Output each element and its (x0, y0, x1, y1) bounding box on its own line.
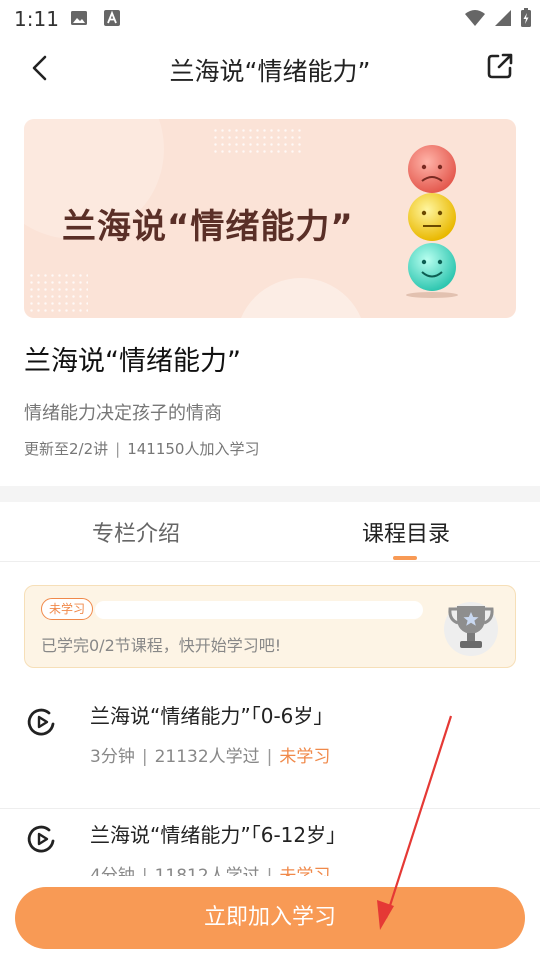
signal-icon (495, 10, 511, 26)
progress-bar (95, 601, 423, 619)
progress-status-badge: 未学习 (41, 598, 94, 620)
top-nav-bar: 兰海说“情绪能力” (0, 36, 540, 100)
meta-separator: | (266, 747, 273, 767)
tab-catalog[interactable]: 课程目录 (362, 516, 450, 548)
active-tab-indicator (393, 556, 417, 560)
course-subtitle: 情绪能力决定孩子的情商 (24, 403, 222, 424)
lesson-learners: 21132人学过 (154, 747, 260, 767)
course-title: 兰海说“情绪能力” (24, 346, 241, 377)
lesson-title: 兰海说“情绪能力”「6-12岁」 (90, 823, 347, 847)
lesson-item[interactable]: 兰海说“情绪能力”「0-6岁」 3分钟 | 21132人学过 | 未学习 (0, 690, 540, 808)
lesson-status: 未学习 (279, 747, 331, 767)
status-right-icons (464, 6, 532, 30)
lesson-meta: 3分钟 | 21132人学过 | 未学习 (90, 742, 330, 767)
banner-decoration (236, 278, 366, 318)
lesson-title: 兰海说“情绪能力”「0-6岁」 (90, 704, 334, 728)
progress-card: 未学习 已学完0/2节课程，快开始学习吧! (24, 585, 516, 668)
update-status: 更新至2/2讲 (24, 440, 109, 458)
course-meta: 更新至2/2讲 | 141150人加入学习 (24, 438, 259, 459)
battery-charging-icon (521, 8, 531, 27)
banner-title: 兰海说“情绪能力” (62, 207, 354, 247)
trophy-icon (444, 602, 498, 656)
page-title: 兰海说“情绪能力” (169, 57, 371, 86)
tab-bar: 专栏介绍 课程目录 (0, 502, 540, 562)
banner-dots (212, 127, 302, 157)
share-icon (487, 53, 513, 79)
a-badge-icon (104, 10, 120, 26)
share-button[interactable] (482, 48, 518, 84)
progress-text: 已学完0/2节课程，快开始学习吧! (41, 636, 282, 655)
status-bar: 1:11 (0, 0, 540, 36)
play-lesson-icon (27, 825, 55, 853)
join-study-button[interactable]: 立即加入学习 (15, 887, 525, 949)
lesson-duration: 3分钟 (90, 747, 135, 767)
emotion-faces-icon (406, 145, 458, 298)
tab-intro[interactable]: 专栏介绍 (92, 516, 180, 548)
status-time: 1:11 (14, 7, 59, 31)
course-banner: 兰海说“情绪能力” (24, 119, 516, 318)
wifi-icon (465, 10, 485, 26)
meta-separator: | (115, 440, 121, 458)
play-lesson-icon (27, 708, 55, 736)
meta-separator: | (141, 747, 148, 767)
image-icon (71, 11, 87, 25)
banner-dots (28, 272, 88, 312)
section-divider (0, 486, 540, 502)
learner-count: 141150人加入学习 (127, 440, 260, 458)
